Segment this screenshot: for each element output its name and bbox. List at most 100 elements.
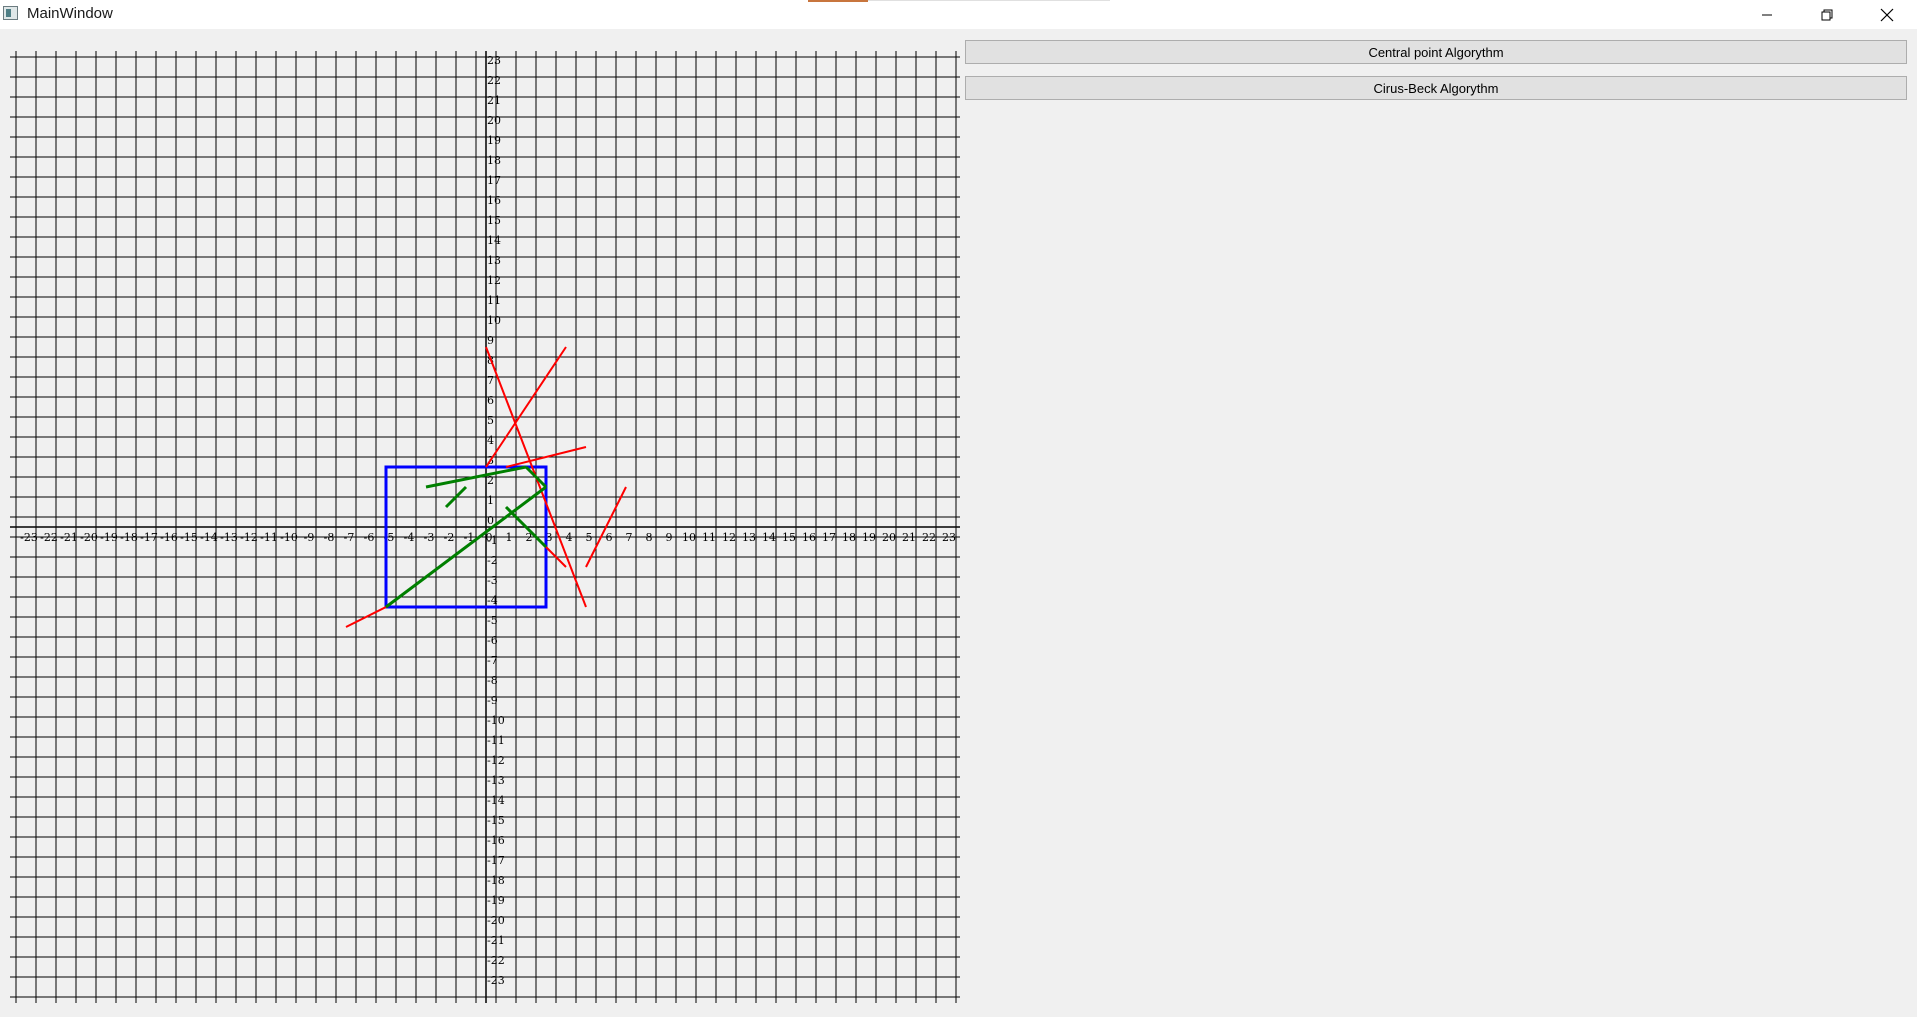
x-tick-label: -21 xyxy=(60,531,78,544)
app-icon xyxy=(3,6,18,20)
x-tick-label: -8 xyxy=(324,531,335,544)
x-tick-label: 19 xyxy=(862,531,876,544)
y-tick-label: -10 xyxy=(487,714,505,727)
y-tick-label: -3 xyxy=(487,574,498,587)
title-accent xyxy=(808,0,868,2)
y-tick-label: -12 xyxy=(487,754,505,767)
title-accent-line xyxy=(868,0,1110,1)
y-tick-label: 11 xyxy=(487,294,501,307)
y-tick-label: -6 xyxy=(487,634,498,647)
x-tick-label: -3 xyxy=(424,531,435,544)
x-tick-label: -15 xyxy=(180,531,198,544)
y-tick-label: -5 xyxy=(487,614,498,627)
clipped-segment xyxy=(385,485,547,609)
y-tick-label: -18 xyxy=(487,874,505,887)
title-bar[interactable]: MainWindow xyxy=(0,0,1917,29)
central-point-button[interactable]: Central point Algorythm xyxy=(965,40,1907,64)
x-tick-label: -20 xyxy=(80,531,98,544)
x-tick-label: -10 xyxy=(280,531,298,544)
minimize-button[interactable] xyxy=(1737,0,1797,29)
y-tick-label: 7 xyxy=(487,374,494,387)
y-tick-label: 9 xyxy=(487,334,494,347)
y-tick-label: 21 xyxy=(487,94,501,107)
restore-icon xyxy=(1821,9,1833,20)
x-tick-label: 11 xyxy=(702,531,716,544)
y-tick-label: -16 xyxy=(487,834,505,847)
x-tick-label: 16 xyxy=(802,531,816,544)
y-tick-label: 10 xyxy=(487,314,501,327)
y-tick-label: 1 xyxy=(487,494,494,507)
x-tick-label: -2 xyxy=(444,531,455,544)
x-tick-label: 12 xyxy=(722,531,736,544)
x-tick-label: 22 xyxy=(922,531,936,544)
x-tick-label: -12 xyxy=(240,531,258,544)
x-tick-label: 18 xyxy=(842,531,856,544)
y-tick-label: -22 xyxy=(487,954,505,967)
y-tick-label: 18 xyxy=(487,154,501,167)
y-tick-label: 17 xyxy=(487,174,501,187)
x-tick-label: -6 xyxy=(364,531,375,544)
x-tick-label: 17 xyxy=(822,531,836,544)
plot-canvas[interactable]: -23 -22 -21 -20 -19 -18 -17 -16 -15 -14 -13 -12 -11-… xyxy=(0,29,960,1004)
x-tick-label: 15 xyxy=(782,531,796,544)
y-tick-label: -8 xyxy=(487,674,498,687)
y-tick-label: -19 xyxy=(487,894,505,907)
x-tick-label: 10 xyxy=(682,531,696,544)
y-tick-label: 12 xyxy=(487,274,501,287)
y-tick-label: -20 xyxy=(487,914,505,927)
y-tick-label: 22 xyxy=(487,74,501,87)
x-tick-label: -18 xyxy=(120,531,138,544)
y-tick-label: -23 xyxy=(487,974,505,987)
x-tick-label: -14 xyxy=(200,531,218,544)
y-tick-label: -17 xyxy=(487,854,505,867)
y-tick-label: 14 xyxy=(487,234,501,247)
y-tick-label: -7 xyxy=(487,654,498,667)
y-tick-label: 15 xyxy=(487,214,501,227)
y-tick-label: 4 xyxy=(487,434,494,447)
x-tick-label: 8 xyxy=(646,531,653,544)
y-tick-label: -1 xyxy=(487,534,498,547)
x-tick-label: -23 xyxy=(20,531,38,544)
x-tick-label: 6 xyxy=(606,531,613,544)
x-tick-label: 5 xyxy=(586,531,593,544)
x-tick-label: -4 xyxy=(404,531,415,544)
x-tick-label: -16 xyxy=(160,531,178,544)
x-tick-label: 14 xyxy=(762,531,776,544)
x-tick-label: -7 xyxy=(344,531,355,544)
x-tick-label: 13 xyxy=(742,531,756,544)
x-tick-label: -22 xyxy=(40,531,58,544)
y-tick-label: -15 xyxy=(487,814,505,827)
cirus-beck-button[interactable]: Cirus-Beck Algorythm xyxy=(965,76,1907,100)
x-tick-label: -11 xyxy=(260,531,278,544)
x-tick-label: 20 xyxy=(882,531,896,544)
x-tick-label: -19 xyxy=(100,531,118,544)
y-tick-label: 16 xyxy=(487,194,501,207)
y-tick-label: -13 xyxy=(487,774,505,787)
close-icon xyxy=(1880,8,1894,21)
y-tick-label: 23 xyxy=(487,54,501,67)
y-tick-label: -11 xyxy=(487,734,505,747)
y-tick-label: 20 xyxy=(487,114,501,127)
x-tick-label: 4 xyxy=(566,531,573,544)
restore-button[interactable] xyxy=(1797,0,1857,29)
x-tick-label: 9 xyxy=(666,531,673,544)
y-tick-label: 13 xyxy=(487,254,501,267)
x-tick-label: 21 xyxy=(902,531,916,544)
x-tick-label: 23 xyxy=(942,531,956,544)
minimize-icon xyxy=(1762,14,1772,15)
y-tick-label: 5 xyxy=(487,414,494,427)
close-button[interactable] xyxy=(1857,0,1917,29)
y-tick-label: 6 xyxy=(487,394,494,407)
y-tick-label: -21 xyxy=(487,934,505,947)
y-tick-label: 19 xyxy=(487,134,501,147)
x-tick-label: -17 xyxy=(140,531,158,544)
x-tick-label: 1 xyxy=(506,531,513,544)
y-tick-label: -4 xyxy=(487,594,498,607)
y-tick-label: -2 xyxy=(487,554,498,567)
window-title: MainWindow xyxy=(27,5,113,22)
x-tick-label: -9 xyxy=(304,531,315,544)
x-tick-label: -13 xyxy=(220,531,238,544)
x-tick-label: 7 xyxy=(626,531,633,544)
y-tick-label: -9 xyxy=(487,694,498,707)
y-tick-label: -14 xyxy=(487,794,505,807)
